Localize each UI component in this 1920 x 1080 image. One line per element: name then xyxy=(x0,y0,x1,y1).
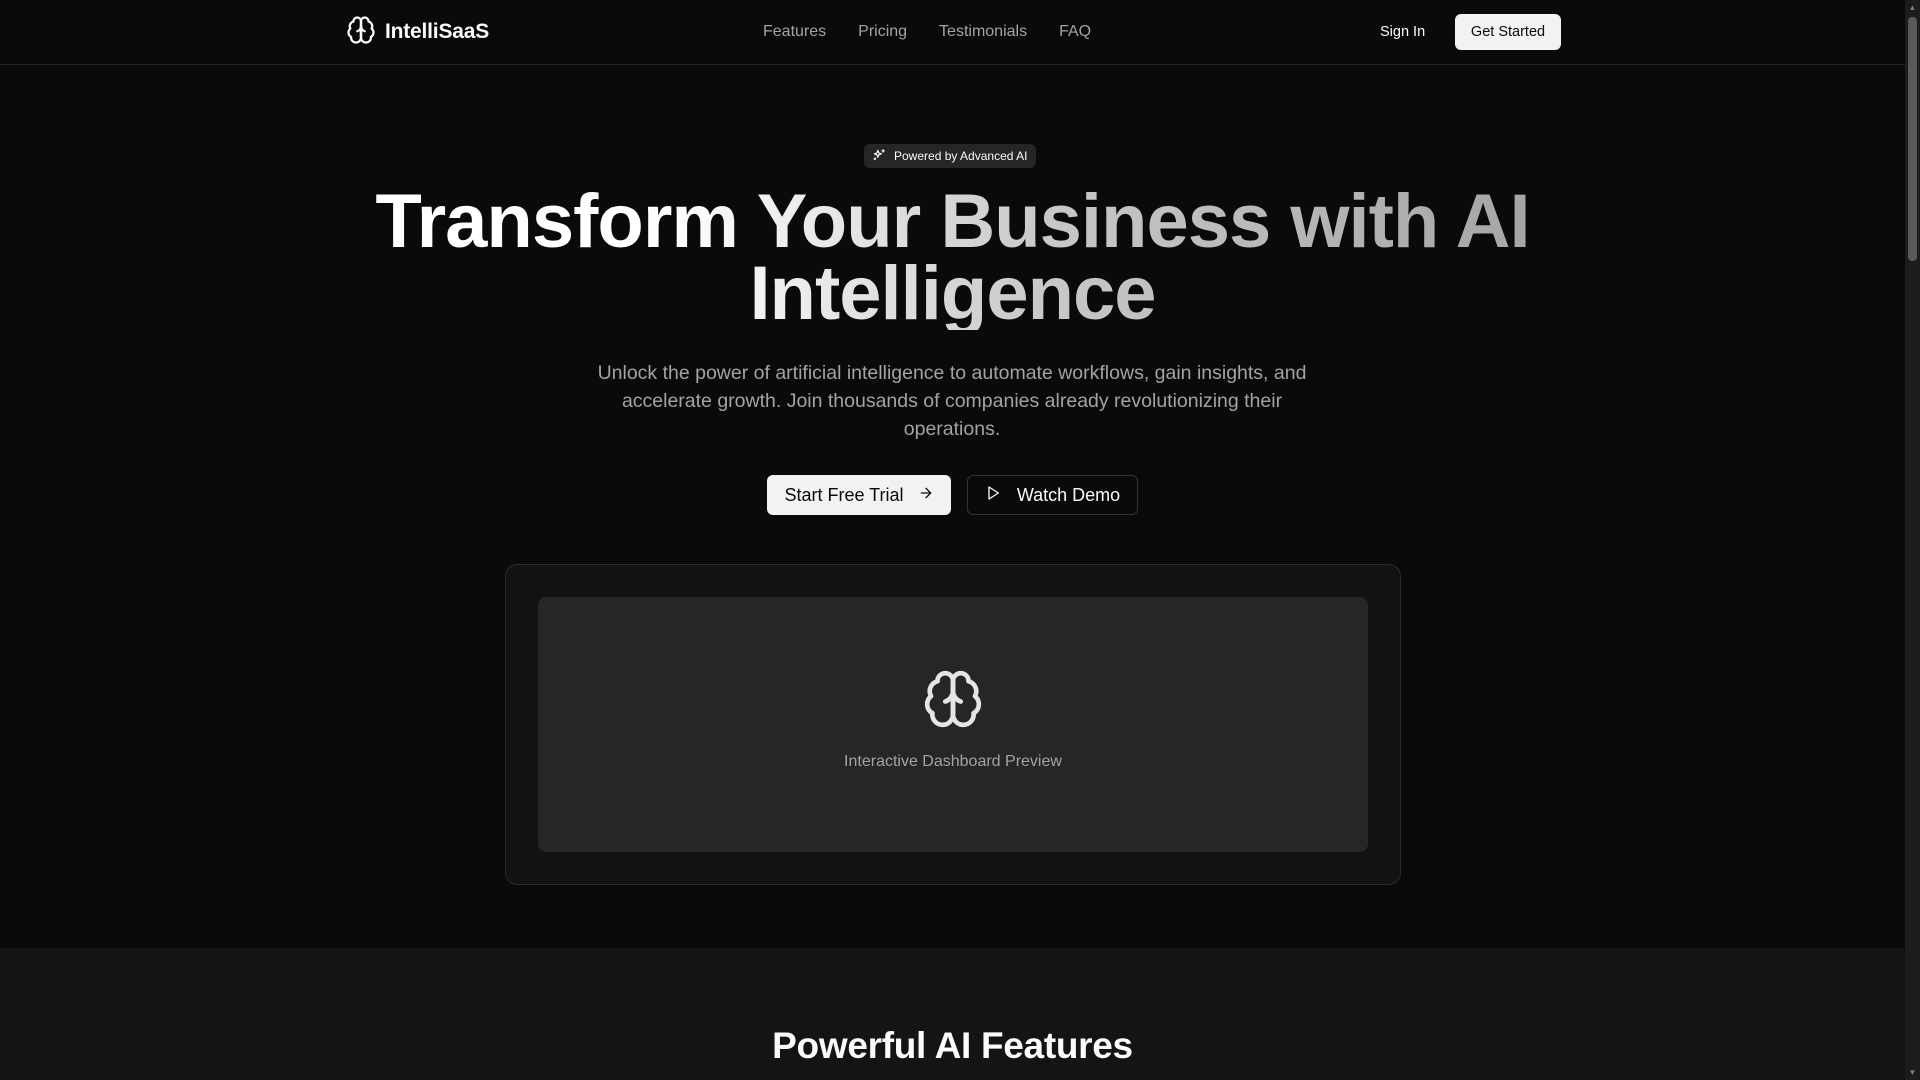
badge-label: Powered by Advanced AI xyxy=(894,149,1028,163)
site-header: IntelliSaaS Features Pricing Testimonial… xyxy=(0,0,1905,65)
brand-logo-link[interactable]: IntelliSaaS xyxy=(346,15,490,50)
arrow-right-icon xyxy=(918,485,934,506)
hero-headline-line2: Intelligence xyxy=(749,251,1156,336)
scrollbar-thumb[interactable] xyxy=(1908,17,1917,261)
hero-headline: Transform Your Business with AI Intellig… xyxy=(0,186,1905,330)
dashboard-preview[interactable]: Interactive Dashboard Preview xyxy=(538,597,1368,852)
sign-in-button[interactable]: Sign In xyxy=(1364,14,1441,50)
dashboard-preview-card: Interactive Dashboard Preview xyxy=(505,564,1401,885)
play-icon xyxy=(985,485,1001,506)
preview-label: Interactive Dashboard Preview xyxy=(844,753,1062,770)
hero-subtitle: Unlock the power of artificial intellige… xyxy=(597,362,1307,440)
features-section: Powerful AI Features xyxy=(0,948,1905,1080)
sparkles-icon xyxy=(872,148,886,165)
scroll-down-arrow-icon[interactable]: ▼ xyxy=(1905,1065,1920,1080)
hero-cta-group: Start Free Trial Watch Demo xyxy=(767,475,1138,515)
start-free-trial-label: Start Free Trial xyxy=(784,484,904,505)
watch-demo-button[interactable]: Watch Demo xyxy=(967,475,1138,515)
vertical-scrollbar[interactable]: ▲ ▼ xyxy=(1905,0,1920,1080)
powered-by-badge: Powered by Advanced AI xyxy=(864,144,1037,168)
nav-link-faq[interactable]: FAQ xyxy=(1059,23,1091,41)
scroll-up-arrow-icon[interactable]: ▲ xyxy=(1905,0,1920,15)
brand-name: IntelliSaaS xyxy=(385,20,490,43)
watch-demo-label: Watch Demo xyxy=(1016,484,1121,505)
start-free-trial-button[interactable]: Start Free Trial xyxy=(767,475,951,515)
get-started-button[interactable]: Get Started xyxy=(1455,14,1561,50)
features-title: Powerful AI Features xyxy=(772,1025,1133,1066)
nav-link-pricing[interactable]: Pricing xyxy=(858,23,907,41)
brain-icon xyxy=(922,670,984,735)
nav-link-testimonials[interactable]: Testimonials xyxy=(939,23,1027,41)
hero-headline-line1: Transform Your Business with AI xyxy=(375,179,1530,264)
main-nav: Features Pricing Testimonials FAQ xyxy=(763,0,1091,63)
nav-link-features[interactable]: Features xyxy=(763,23,826,41)
brain-logo-icon xyxy=(346,15,376,50)
landing-page: IntelliSaaS Features Pricing Testimonial… xyxy=(0,0,1905,1080)
